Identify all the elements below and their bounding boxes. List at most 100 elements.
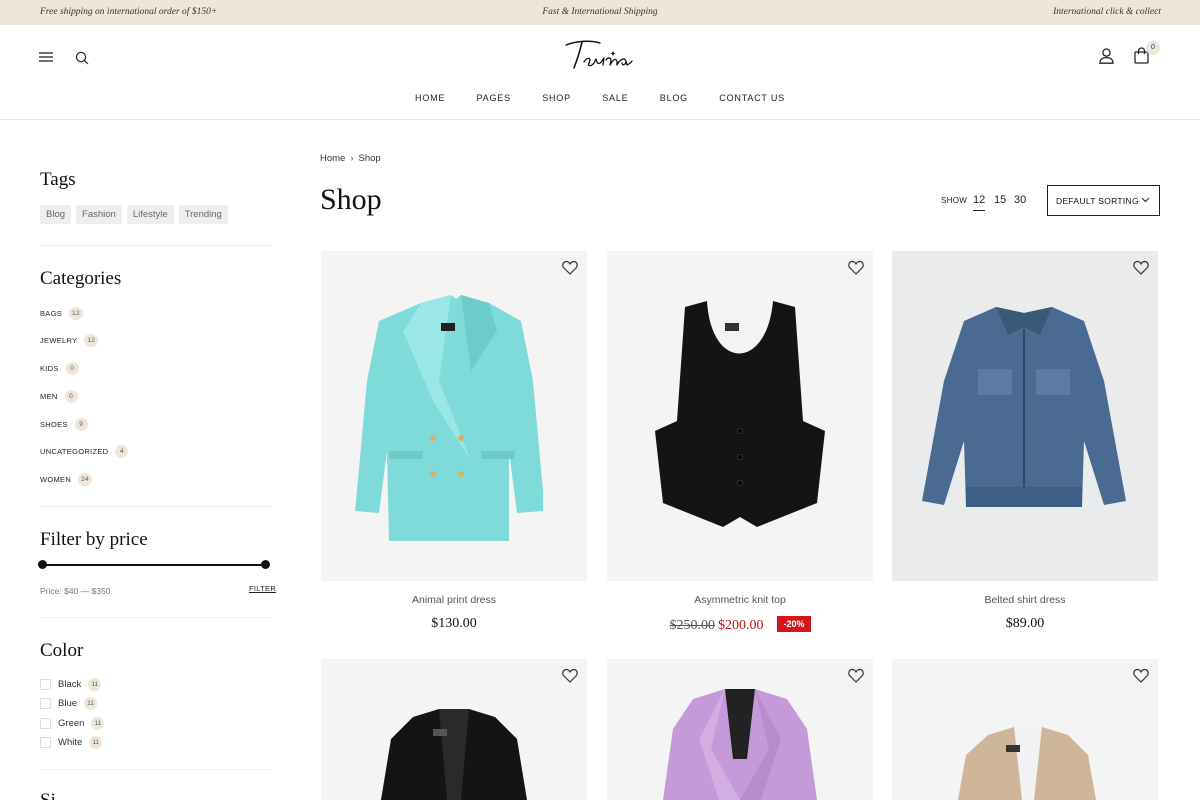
color-option-blue[interactable]: Blue 11 bbox=[40, 697, 98, 710]
site-header: 0 HOME PAGES SHOP SALE BLOG CONTACT US bbox=[0, 25, 1200, 120]
category-label: WOMEN bbox=[40, 475, 72, 484]
category-label: KIDS bbox=[40, 364, 59, 373]
beige-blazer-image bbox=[958, 727, 1096, 800]
category-label: UNCATEGORIZED bbox=[40, 447, 109, 456]
category-label: JEWELRY bbox=[40, 336, 78, 345]
category-count: 24 bbox=[78, 473, 92, 486]
main-nav: HOME PAGES SHOP SALE BLOG CONTACT US bbox=[0, 93, 1200, 103]
tag-blog[interactable]: Blog bbox=[40, 205, 72, 224]
nav-contact-us[interactable]: CONTACT US bbox=[719, 93, 785, 103]
product-price: $250.00 $200.00 -20% bbox=[607, 616, 873, 634]
tag-trending[interactable]: Trending bbox=[178, 205, 228, 224]
category-item[interactable]: SHOES 9 bbox=[40, 418, 88, 431]
heart-icon[interactable] bbox=[562, 260, 578, 275]
promo-bar: Free shipping on international order of … bbox=[0, 0, 1200, 25]
discount-badge: -20% bbox=[777, 616, 811, 632]
user-icon[interactable] bbox=[1099, 48, 1114, 64]
tag-fashion[interactable]: Fashion bbox=[76, 205, 122, 224]
product-name[interactable]: Belted shirt dress bbox=[892, 594, 1158, 606]
color-count: 11 bbox=[88, 678, 102, 691]
heart-icon[interactable] bbox=[848, 668, 864, 683]
color-checkbox[interactable] bbox=[40, 718, 51, 729]
category-count: 12 bbox=[84, 334, 99, 347]
color-label: Green bbox=[58, 718, 85, 729]
product-name[interactable]: Animal print dress bbox=[321, 594, 587, 606]
show-label: SHOW bbox=[941, 196, 968, 205]
color-checkbox[interactable] bbox=[40, 698, 51, 709]
page-title: Shop bbox=[320, 183, 382, 216]
tag-lifestyle[interactable]: Lifestyle bbox=[126, 205, 174, 224]
color-option-white[interactable]: White 11 bbox=[40, 736, 103, 749]
category-item[interactable]: JEWELRY 12 bbox=[40, 334, 99, 347]
color-option-green[interactable]: Green 11 bbox=[40, 717, 105, 730]
category-count: 0 bbox=[65, 362, 79, 375]
category-count: 12 bbox=[69, 307, 83, 320]
product-image[interactable] bbox=[607, 251, 873, 581]
product-old-price: $250.00 bbox=[669, 618, 715, 633]
black-blazer-image bbox=[381, 709, 527, 800]
category-item[interactable]: WOMEN 24 bbox=[40, 473, 92, 486]
heart-icon[interactable] bbox=[562, 668, 578, 683]
site-logo[interactable] bbox=[0, 35, 1200, 80]
price-slider-min-handle[interactable] bbox=[38, 560, 47, 569]
denim-jacket-image bbox=[922, 307, 1126, 507]
sidebar-divider bbox=[40, 769, 272, 770]
sorting-select[interactable]: DEFAULT SORTING bbox=[1047, 185, 1160, 216]
sidebar-divider bbox=[40, 617, 272, 618]
size-filter-title: Si bbox=[40, 790, 56, 800]
nav-blog[interactable]: BLOG bbox=[660, 93, 688, 103]
category-label: SHOES bbox=[40, 420, 68, 429]
product-image[interactable] bbox=[321, 659, 587, 800]
color-filter-title: Color bbox=[40, 640, 84, 661]
category-item[interactable]: BAGS 12 bbox=[40, 307, 83, 320]
lilac-blazer-image bbox=[663, 689, 817, 800]
color-checkbox[interactable] bbox=[40, 737, 51, 748]
nav-sale[interactable]: SALE bbox=[602, 93, 628, 103]
heart-icon[interactable] bbox=[1133, 668, 1149, 683]
category-label: BAGS bbox=[40, 309, 63, 318]
price-slider-max-handle[interactable] bbox=[261, 560, 270, 569]
heart-icon[interactable] bbox=[1133, 260, 1149, 275]
show-option-12[interactable]: 12 bbox=[973, 194, 986, 211]
color-count: 11 bbox=[89, 736, 103, 749]
product-image[interactable] bbox=[892, 251, 1158, 581]
tags-title: Tags bbox=[40, 169, 76, 190]
product-image[interactable] bbox=[321, 251, 587, 581]
breadcrumb-home[interactable]: Home bbox=[320, 153, 345, 164]
nav-pages[interactable]: PAGES bbox=[477, 93, 511, 103]
category-item[interactable]: MEN 0 bbox=[40, 390, 78, 403]
categories-title: Categories bbox=[40, 268, 122, 289]
sorting-label: DEFAULT SORTING bbox=[1056, 196, 1139, 206]
breadcrumb-current: Shop bbox=[358, 153, 381, 164]
color-option-black[interactable]: Black 11 bbox=[40, 678, 102, 691]
nav-shop[interactable]: SHOP bbox=[542, 93, 571, 103]
product-image[interactable] bbox=[607, 659, 873, 800]
black-vest-image bbox=[655, 301, 825, 527]
category-count: 0 bbox=[64, 390, 78, 403]
breadcrumb: Home › Shop bbox=[320, 153, 381, 164]
product-sale-price: $200.00 bbox=[717, 618, 764, 633]
cart-count-badge: 0 bbox=[1146, 41, 1160, 55]
logo-script-mark bbox=[565, 40, 633, 69]
aqua-blazer-image bbox=[355, 295, 543, 541]
product-image[interactable] bbox=[892, 659, 1158, 800]
category-item[interactable]: UNCATEGORIZED 4 bbox=[40, 445, 129, 458]
tags-list: Blog Fashion Lifestyle Trending bbox=[40, 205, 228, 224]
color-label: White bbox=[58, 737, 83, 748]
product-price: $89.00 bbox=[892, 616, 1158, 632]
nav-home[interactable]: HOME bbox=[415, 93, 445, 103]
chevron-down-icon bbox=[1141, 197, 1150, 203]
category-label: MEN bbox=[40, 392, 58, 401]
price-slider-track[interactable] bbox=[42, 564, 266, 566]
category-count: 9 bbox=[74, 418, 88, 431]
show-option-30[interactable]: 30 bbox=[1014, 194, 1026, 206]
show-option-15[interactable]: 15 bbox=[994, 194, 1006, 206]
color-checkbox[interactable] bbox=[40, 679, 51, 690]
color-label: Black bbox=[58, 679, 82, 690]
promo-center-text: Fast & International Shipping bbox=[542, 7, 658, 17]
category-item[interactable]: KIDS 0 bbox=[40, 362, 79, 375]
filter-button[interactable]: FILTER bbox=[249, 584, 276, 593]
price-value: $130.00 bbox=[431, 616, 477, 631]
heart-icon[interactable] bbox=[848, 260, 864, 275]
product-name[interactable]: Asymmetric knit top bbox=[607, 594, 873, 606]
